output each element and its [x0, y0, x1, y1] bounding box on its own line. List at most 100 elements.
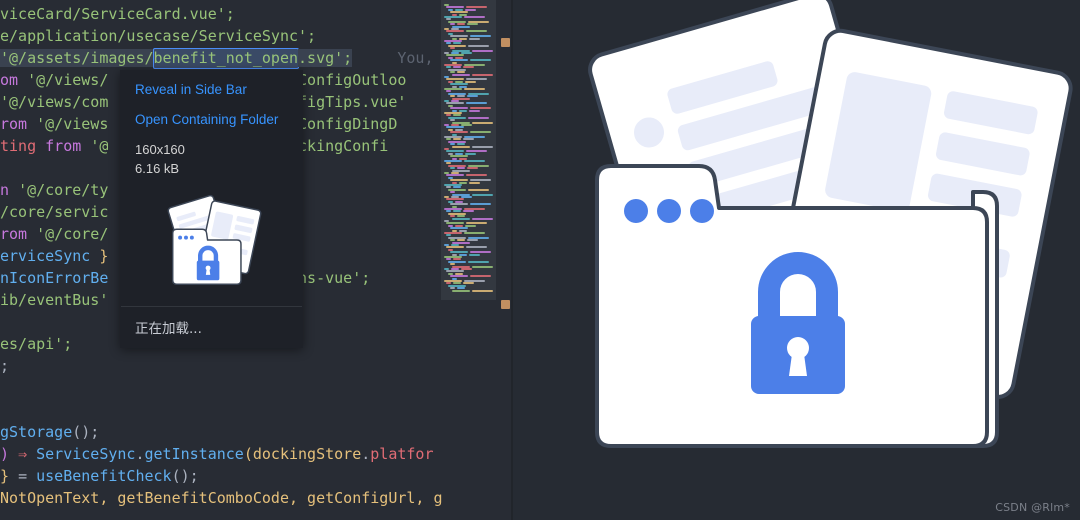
folder-dot — [177, 235, 182, 240]
image-dimensions-text: 160x160 — [135, 142, 185, 157]
minimap-line — [457, 239, 465, 242]
code-token: '@/core/ — [36, 225, 109, 243]
minimap-line — [457, 167, 465, 170]
image-preview-pane: CSDN @Rlm* — [513, 0, 1080, 520]
minimap-line — [457, 287, 465, 290]
code-token: ting — [0, 137, 46, 155]
folder-dot — [183, 235, 188, 240]
minimap-line — [450, 131, 468, 134]
minimap-line — [450, 35, 468, 38]
code-token: '@/views — [36, 115, 109, 133]
code-token: ib/eventBus' — [0, 291, 109, 309]
minimap-line — [469, 253, 480, 256]
minimap-line — [472, 121, 493, 124]
editor-minimap[interactable] — [441, 0, 496, 300]
code-token: viceCard/ServiceCard.vue'; — [0, 5, 235, 23]
locked-folder-documents-thumbnail — [167, 194, 261, 285]
minimap-line — [464, 232, 485, 234]
code-token: '@/views/ — [27, 71, 109, 89]
minimap-line — [467, 23, 478, 26]
code-token: '@ — [90, 137, 109, 155]
minimap-line — [450, 287, 455, 290]
minimap-line — [457, 215, 465, 218]
code-token: erviceSync — [0, 247, 100, 265]
minimap-line — [470, 35, 491, 38]
locked-folder-documents-illustration — [588, 0, 1073, 448]
minimap-line — [470, 107, 491, 110]
minimap-line — [450, 251, 468, 254]
minimap-line — [450, 107, 468, 110]
folder-shape — [595, 164, 989, 448]
code-line[interactable]: '@/assets/images/benefit_not_open.svg'; … — [0, 47, 513, 69]
minimap-line — [470, 131, 491, 134]
code-line[interactable] — [0, 399, 513, 421]
minimap-line — [468, 188, 489, 191]
code-token: gStorage — [0, 423, 73, 441]
image-hover-tooltip[interactable]: Reveal in Side Bar Open Containing Folde… — [120, 70, 303, 348]
code-token: rom — [0, 225, 37, 243]
app-root: viceCard/ServiceCard.vue'; e/application/… — [0, 0, 1080, 520]
code-line[interactable]: ) ⇒ ServiceSync.getInstance(dockingStore… — [0, 443, 513, 465]
code-line[interactable] — [0, 377, 513, 399]
folder-dot — [657, 199, 681, 223]
blame-annotation[interactable]: You, — [352, 49, 433, 67]
minimap-line — [457, 71, 465, 74]
minimap-line — [467, 239, 478, 242]
minimap-line — [450, 119, 455, 122]
minimap-line — [468, 260, 489, 263]
minimap-line — [457, 23, 465, 26]
minimap-line — [452, 217, 470, 220]
code-token: n — [0, 181, 19, 199]
minimap-line — [450, 167, 455, 170]
code-token: /core/servic — [0, 203, 109, 221]
minimap-line — [450, 215, 455, 218]
minimap-line — [470, 275, 491, 278]
folder-dot — [690, 199, 714, 223]
tooltip-loading-status: 正在加载... — [135, 321, 202, 337]
code-token: e/application/usecase/ServiceSync'; — [0, 27, 317, 45]
code-token: platfor — [370, 445, 434, 463]
folder-dot — [624, 199, 648, 223]
scrollbar-marker[interactable] — [501, 300, 510, 309]
minimap-line — [472, 73, 493, 76]
code-token: = — [18, 467, 37, 485]
minimap-line — [469, 37, 480, 40]
code-line[interactable]: NotOpenText, getBenefitComboCode, getCon… — [0, 487, 513, 509]
code-token: ⇒ — [18, 445, 37, 463]
code-token: (); — [72, 423, 100, 441]
code-token: ServiceSync — [36, 445, 136, 463]
code-line[interactable]: e/application/usecase/ServiceSync'; — [0, 25, 513, 47]
link-benefit-not-open[interactable]: benefit_not_open — [152, 48, 300, 69]
minimap-line — [450, 83, 468, 86]
code-line[interactable]: gStorage(); — [0, 421, 513, 443]
minimap-line — [470, 251, 491, 254]
scrollbar-marker[interactable] — [501, 38, 510, 47]
minimap-line — [457, 143, 465, 146]
minimap-line — [450, 95, 455, 98]
minimap-line — [467, 95, 478, 98]
minimap-line — [464, 160, 485, 162]
minimap-line — [472, 145, 493, 148]
minimap-line — [467, 167, 478, 170]
csdn-watermark: CSDN @Rlm* — [995, 501, 1070, 514]
minimap-line — [464, 16, 485, 18]
tooltip-link-group: Reveal in Side Bar Open Containing Folde… — [121, 71, 302, 186]
minimap-line — [450, 239, 455, 242]
minimap-line — [468, 116, 489, 119]
minimap-line — [450, 59, 468, 62]
reveal-in-side-bar-link[interactable]: Reveal in Side Bar — [135, 80, 288, 99]
minimap-line — [450, 227, 468, 230]
code-token: nIconErrorBe — [0, 269, 109, 287]
image-filesize-text: 6.16 kB — [135, 161, 180, 176]
minimap-line — [450, 155, 468, 158]
minimap-line — [470, 179, 491, 182]
code-line[interactable]: viceCard/ServiceCard.vue'; — [0, 3, 513, 25]
code-line[interactable]: } = useBenefitCheck(); — [0, 465, 513, 487]
minimap-line — [472, 193, 493, 196]
open-containing-folder-link[interactable]: Open Containing Folder — [135, 110, 288, 129]
code-editor-pane[interactable]: viceCard/ServiceCard.vue'; e/application/… — [0, 0, 513, 520]
code-token: dockingStore — [252, 445, 362, 463]
minimap-line — [450, 143, 455, 146]
code-token: . — [135, 445, 145, 463]
code-line[interactable]: ; — [0, 355, 513, 377]
